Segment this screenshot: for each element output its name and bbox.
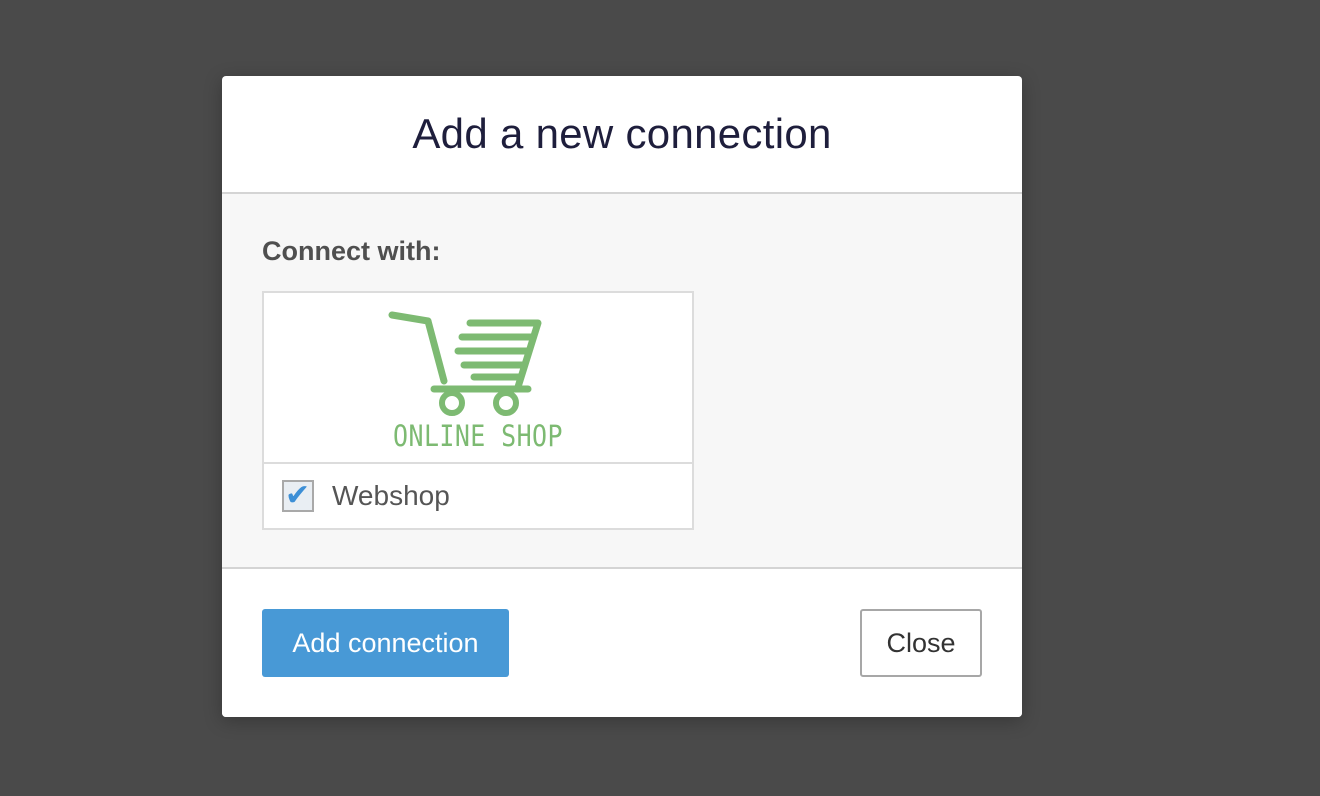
dialog-body: Connect with: ONLINE SHOP ✔ Webshop [222,194,1022,567]
option-name: Webshop [332,480,450,511]
shopping-cart-icon [388,311,542,416]
online-shop-logo: ONLINE SHOP [264,293,692,464]
dialog-title: Add a new connection [412,110,832,157]
option-footer: ✔ Webshop [264,464,692,528]
add-connection-button[interactable]: Add connection [262,609,509,677]
dialog-header: Add a new connection [222,76,1022,194]
logo-text: ONLINE SHOP [393,419,563,453]
connection-option-webshop[interactable]: ONLINE SHOP ✔ Webshop [262,291,694,530]
dialog-footer: Add connection Close [222,567,1022,717]
close-button[interactable]: Close [860,609,982,677]
connect-with-label: Connect with: [262,236,441,266]
add-connection-dialog: Add a new connection Connect with: ONLIN… [222,76,1022,717]
checkmark-icon: ✔ [285,478,311,513]
webshop-checkbox[interactable]: ✔ [282,478,314,513]
